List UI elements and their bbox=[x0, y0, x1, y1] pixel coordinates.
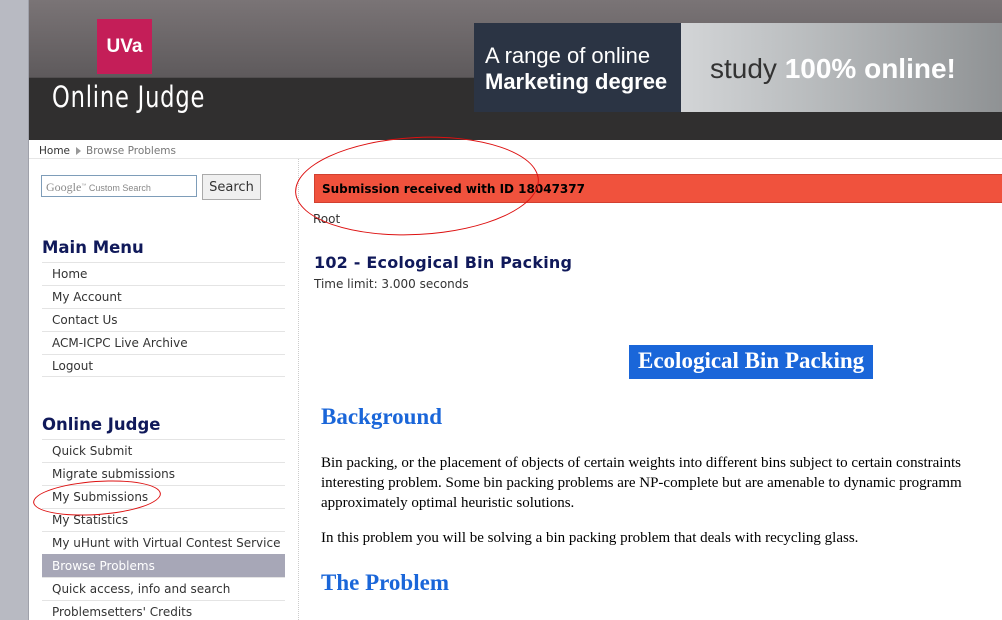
menu-item-uhunt[interactable]: My uHunt with Virtual Contest Service bbox=[42, 531, 285, 554]
ad-banner[interactable]: A range of online Marketing degree study… bbox=[474, 23, 1002, 112]
uva-logo[interactable]: UVa bbox=[97, 19, 152, 74]
background-line-2: interesting problem. Some bin packing pr… bbox=[321, 475, 962, 491]
menu-item-browse-problems[interactable]: Browse Problems bbox=[42, 554, 285, 577]
background-line-1: Bin packing, or the placement of objects… bbox=[321, 455, 961, 471]
breadcrumb-arrow-icon bbox=[76, 147, 82, 155]
window-left-gutter bbox=[0, 0, 29, 620]
menu-item-logout[interactable]: Logout bbox=[42, 354, 285, 377]
breadcrumb-current[interactable]: Browse Problems bbox=[86, 145, 176, 157]
search-button[interactable]: Search bbox=[202, 174, 261, 200]
time-limit: Time limit: 3.000 seconds bbox=[314, 277, 469, 291]
background-paragraph: Bin packing, or the placement of objects… bbox=[321, 453, 1002, 513]
menu-item-migrate-submissions[interactable]: Migrate submissions bbox=[42, 462, 285, 485]
problem-heading: The Problem bbox=[321, 570, 449, 595]
site-title[interactable]: Online Judge bbox=[52, 80, 205, 114]
menu-item-problemsetters-credits[interactable]: Problemsetters' Credits bbox=[42, 600, 285, 620]
ad-banner-left: A range of online Marketing degree bbox=[474, 23, 681, 112]
statement-title: Ecological Bin Packing bbox=[629, 345, 874, 379]
menu-item-quick-submit[interactable]: Quick Submit bbox=[42, 439, 285, 462]
menu-item-quick-access[interactable]: Quick access, info and search bbox=[42, 577, 285, 600]
ad-line-2: Marketing degree bbox=[485, 69, 668, 94]
background-paragraph-2: In this problem you will be solving a bi… bbox=[321, 530, 859, 546]
ad-right-bold: 100% online! bbox=[784, 53, 956, 84]
background-heading: Background bbox=[321, 404, 443, 429]
menu-item-home[interactable]: Home bbox=[42, 262, 285, 285]
ad-banner-right: study 100% online! bbox=[681, 23, 1002, 112]
menu-item-my-account[interactable]: My Account bbox=[42, 285, 285, 308]
search-placeholder: Custom Search bbox=[88, 183, 151, 193]
menu-item-contact-us[interactable]: Contact Us bbox=[42, 308, 285, 331]
search-input[interactable]: Google™ Custom Search bbox=[41, 175, 197, 197]
breadcrumb-home[interactable]: Home bbox=[39, 145, 70, 157]
sidebar: Google™ Custom Search Search Main Menu H… bbox=[29, 159, 299, 620]
search-form: Google™ Custom Search Search bbox=[41, 174, 261, 200]
online-judge-menu: Quick Submit Migrate submissions My Subm… bbox=[42, 439, 285, 620]
site-header: UVa Online Judge A range of online Marke… bbox=[29, 0, 1002, 140]
google-logo: Google bbox=[46, 180, 82, 194]
menu-item-live-archive[interactable]: ACM-ICPC Live Archive bbox=[42, 331, 285, 354]
online-judge-menu-title: Online Judge bbox=[42, 415, 161, 434]
google-tm: ™ bbox=[81, 183, 87, 189]
main-menu-title: Main Menu bbox=[42, 238, 144, 257]
background-line-3: approximately optimal heuristic solution… bbox=[321, 495, 575, 511]
main-menu: Home My Account Contact Us ACM-ICPC Live… bbox=[42, 262, 285, 377]
ad-right-plain: study bbox=[710, 53, 785, 84]
problem-title: 102 - Ecological Bin Packing bbox=[314, 253, 573, 272]
ad-line-1: A range of online bbox=[485, 43, 651, 68]
